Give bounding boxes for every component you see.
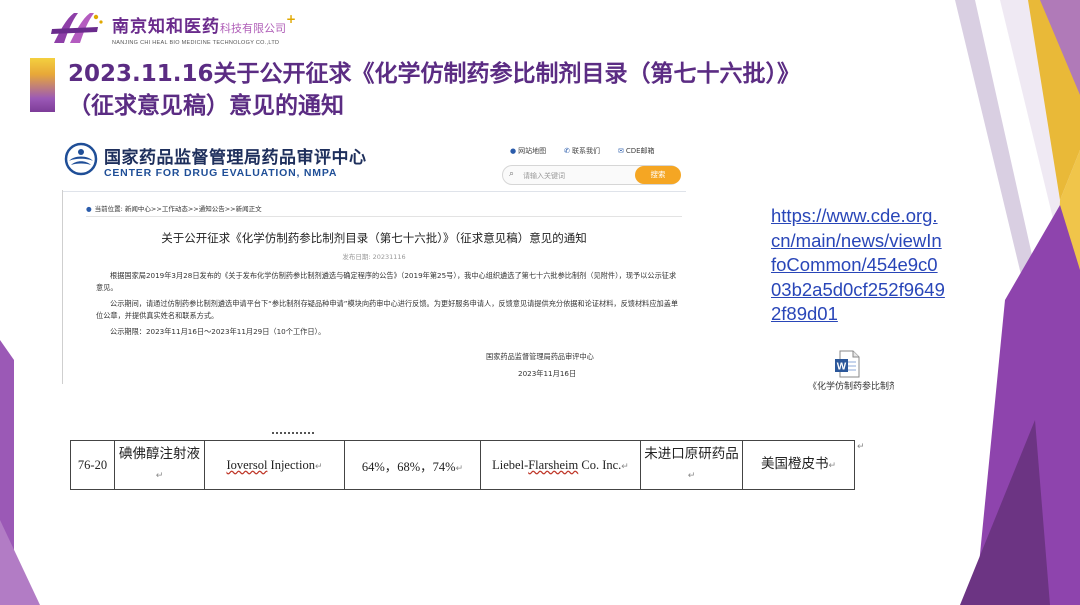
notice-sign-date: 2023年11月16日 — [518, 369, 577, 378]
breadcrumb: ● 当前位置: 新闻中心>>工作动态>>通知公告>>新闻正文 — [86, 205, 262, 213]
search-icon: ⌕ — [509, 169, 515, 179]
word-doc-icon[interactable]: W — [834, 350, 860, 378]
map-pin-icon: ● — [510, 147, 517, 155]
cell-no: 76-20 — [70, 440, 115, 490]
phone-icon: ✆ — [564, 147, 570, 155]
cde-top-links: ● 网站地图 ✆ 联系我们 ✉ CDE邮箱 — [510, 146, 655, 156]
cell-spec: 64%，68%，74%↵ — [344, 440, 481, 490]
attachment-label[interactable]: 《化学仿制药参比制剂目录（第七十六批）》（征 — [808, 380, 894, 394]
cde-emblem-icon — [64, 142, 98, 176]
company-name: 南京知和医药科技有限公司+ — [112, 12, 298, 37]
cell-holder: Liebel-Flarsheim Co. Inc.↵ — [480, 440, 641, 490]
cde-search-button[interactable]: 搜索 — [635, 166, 681, 184]
notice-signature: 国家药品监督管理局药品审评中心 — [486, 352, 594, 361]
cde-header: 国家药品监督管理局药品审评中心 CENTER FOR DRUG EVALUATI… — [62, 136, 686, 192]
notice-url-link[interactable]: https://www.cde.org.cn/main/news/viewInf… — [771, 204, 946, 327]
table-row: 76-20 碘佛醇注射液↵ Ioversol Injection↵ 64%，68… — [70, 440, 855, 490]
company-logo: 南京知和医药科技有限公司+ NANJING CHI HEAL BIO MEDIC… — [48, 8, 297, 50]
divider — [86, 216, 682, 217]
notice-body: 根据国家局2019年3月28日发布的《关于发布化学仿制药参比制剂遴选与确定程序的… — [96, 270, 682, 342]
cde-name-en: CENTER FOR DRUG EVALUATION, NMPA — [104, 167, 338, 179]
cde-link-mail[interactable]: ✉ CDE邮箱 — [618, 146, 655, 156]
svg-text:W: W — [837, 362, 847, 373]
notice-paragraph: 根据国家局2019年3月28日发布的《关于发布化学仿制药参比制剂遴选与确定程序的… — [96, 271, 677, 292]
location-icon: ● — [86, 205, 92, 213]
cell-name-cn: 碘佛醇注射液↵ — [114, 440, 205, 490]
notice-title: 关于公开征求《化学仿制药参比制剂目录（第七十六批）》（征求意见稿）意见的通知 — [161, 231, 587, 245]
cde-link-contact[interactable]: ✆ 联系我们 — [564, 146, 600, 156]
notice-paragraph: 公示期限：2023年11月16日～2023年11月29日（10个工作日）。 — [110, 327, 326, 336]
cell-name-en: Ioversol Injection↵ — [204, 440, 345, 490]
title-accent-bar — [30, 58, 55, 112]
mail-icon: ✉ — [617, 147, 624, 155]
cde-screenshot: 国家药品监督管理局药品审评中心 CENTER FOR DRUG EVALUATI… — [62, 136, 686, 388]
slide-title: 2023.11.16关于公开征求《化学仿制药参比制剂目录（第七十六批）》（征求意… — [68, 61, 801, 119]
cell-note: 未进口原研药品↵ — [640, 440, 743, 490]
notice-paragraph: 公示期间，请通过仿制药参比制剂遴选申请平台下“参比制剂存疑品种申请”模块向药审中… — [96, 299, 679, 320]
table-fragment-edge — [272, 432, 314, 436]
cde-name: 国家药品监督管理局药品审评中心 — [104, 148, 367, 168]
reference-list-table: 76-20 碘佛醇注射液↵ Ioversol Injection↵ 64%，68… — [70, 440, 855, 490]
company-name-en: NANJING CHI HEAL BIO MEDICINE TECHNOLOGY… — [112, 40, 280, 46]
company-logo-icon — [51, 13, 103, 43]
cell-source: 美国橙皮书↵ — [742, 440, 855, 490]
publish-date: 发布日期: 20231116 — [342, 253, 406, 261]
screenshot-edge — [62, 190, 63, 384]
return-mark: ↵ — [857, 442, 865, 452]
cde-link-sitemap[interactable]: ● 网站地图 — [510, 146, 546, 156]
